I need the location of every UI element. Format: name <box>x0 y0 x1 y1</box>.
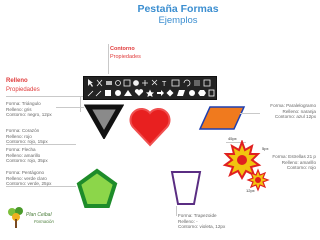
pencil-icon <box>87 90 94 97</box>
arrow-shape-icon <box>157 90 164 96</box>
fill-icon <box>194 80 200 86</box>
dim-5: 5px <box>262 146 269 151</box>
contorno-guide-line <box>108 44 109 74</box>
triangulo-guide <box>80 97 81 112</box>
heart-shape <box>129 108 171 147</box>
star-burst-small <box>246 168 270 192</box>
move-icon <box>142 80 148 86</box>
box-icon <box>123 79 131 87</box>
cursor-icon <box>88 79 93 87</box>
trapezoide-guide <box>176 206 177 216</box>
triangle-shape <box>84 104 124 139</box>
grid-icon <box>208 89 215 97</box>
flecha-props: Forma: Flecha Relleno: amarillo Contorno… <box>6 147 48 164</box>
pentagono-guide <box>6 186 76 187</box>
contorno-label: Contorno <box>110 46 135 52</box>
estrellas-contorno: Contorno: rojo <box>286 165 316 171</box>
relleno-guide-line <box>6 96 84 97</box>
hexagon-shape-icon <box>198 90 206 96</box>
eraser-icon <box>106 81 112 85</box>
trapezoide-props: Forma: Trapezoide Relleno: - Contorno: v… <box>178 213 225 230</box>
line-icon <box>95 90 102 97</box>
hand-icon <box>115 80 121 86</box>
shapes-toolbar: T <box>83 76 217 100</box>
trapezoide-contorno: Contorno: violeta, 12px <box>178 224 226 230</box>
triangulo-guide-h <box>56 107 84 108</box>
scissors-icon <box>96 79 103 87</box>
star-shape-icon <box>146 89 154 97</box>
diamond-shape-icon <box>166 89 174 97</box>
relleno-label: Relleno <box>6 78 28 84</box>
paralelogramo-contorno: Contorno: azul 12px <box>274 114 316 120</box>
stroke-icon <box>203 79 211 87</box>
resize-icon <box>151 79 158 86</box>
circle-shape-icon <box>115 90 121 96</box>
triangulo-props: Forma: Triángulo Relleno: gris Contorno:… <box>6 101 52 118</box>
square-shape-icon <box>105 90 111 96</box>
pentagono-props: Forma: Pentágono Relleno: verde claro Co… <box>6 170 51 187</box>
dim-12: 12px <box>246 188 255 193</box>
record-icon <box>133 80 139 86</box>
text-tool-icon: T <box>162 81 167 88</box>
paralelogramo-props: Forma: Paralelogramo Relleno: naranja Co… <box>238 103 316 120</box>
parallelogram-shape-icon <box>177 90 185 96</box>
page-subtitle: Ejemplos <box>158 15 198 26</box>
burst-shape-icon <box>189 90 195 96</box>
pentagon-shape <box>76 168 118 208</box>
corazon-guide <box>6 144 76 145</box>
image-icon <box>171 79 180 87</box>
logo-line1: Plan Ceibal <box>26 212 52 218</box>
triangulo-contorno: Contorno: negro, 12px <box>6 112 52 118</box>
heart-shape-icon <box>134 89 144 96</box>
triangle-shape-icon <box>124 90 132 96</box>
contorno-sublabel: Propiedades <box>110 54 141 60</box>
flecha-contorno: Contorno: rojo, 35px <box>6 158 48 164</box>
relleno-sublabel: Propiedades <box>6 87 40 93</box>
toolbar-icons: T <box>87 79 215 97</box>
corazon-props: Forma: Corazón Relleno: rojo Contorno: r… <box>6 128 48 145</box>
logo-line2: Formación <box>34 219 54 224</box>
page-title: Pestaña Formas <box>137 3 219 15</box>
estrellas-props: Forma: Estrellas 21 p Relleno: amarillo … <box>236 154 316 171</box>
undo-icon <box>183 79 191 87</box>
trapezoid-shape <box>170 171 202 205</box>
plan-ceibal-logo-icon <box>8 207 23 228</box>
